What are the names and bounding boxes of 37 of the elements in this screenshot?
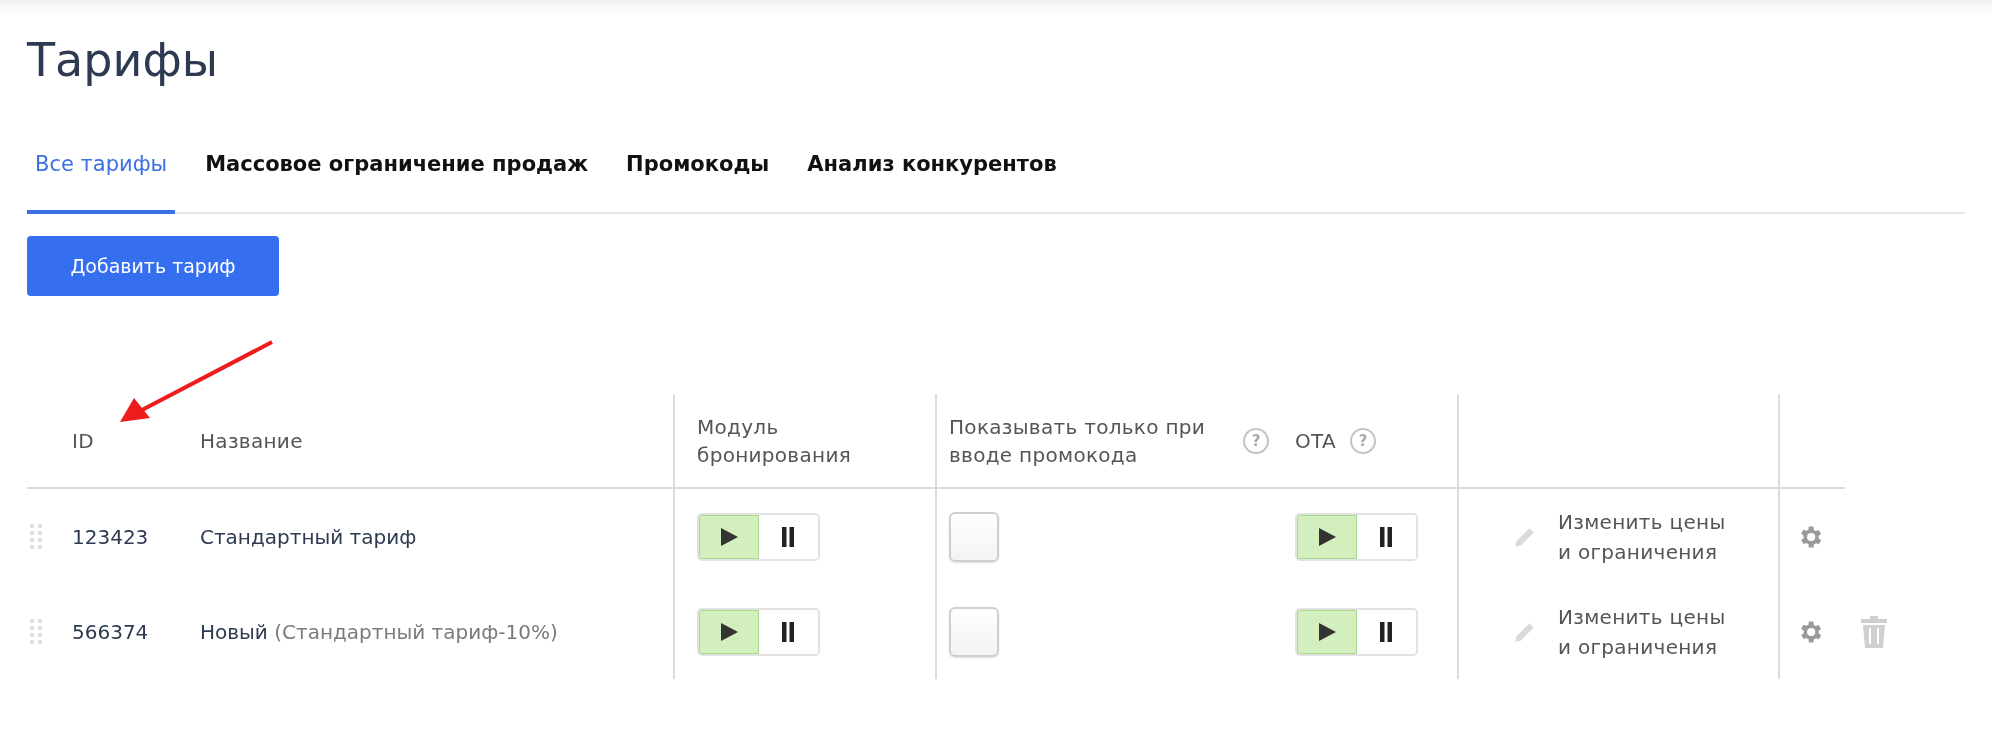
tariff-name: Стандартный тариф: [200, 524, 417, 549]
play-icon: [1316, 526, 1337, 547]
tab[interactable]: Все тарифы: [27, 152, 176, 214]
play-button[interactable]: [1297, 609, 1357, 654]
tariff-id: 566374: [72, 619, 149, 644]
play-button[interactable]: [699, 514, 759, 559]
play-button[interactable]: [699, 609, 759, 654]
promo-checkbox[interactable]: [949, 511, 999, 562]
tariff-name: Новый (Стандартный тариф-10%): [200, 619, 558, 644]
play-icon: [718, 526, 739, 547]
play-button[interactable]: [1297, 514, 1357, 559]
page-title: Тарифы: [27, 32, 219, 89]
drag-handle-icon[interactable]: [30, 523, 42, 550]
column-header: Показывать только при вводе промокода: [949, 413, 1207, 469]
play-pause-toggle[interactable]: [697, 512, 820, 561]
play-pause-toggle[interactable]: [1295, 512, 1418, 561]
column-header: Название: [200, 427, 303, 455]
play-icon: [1316, 621, 1337, 642]
edit-prices-link[interactable]: Изменить цены и ограничения: [1558, 601, 1736, 662]
tab[interactable]: Массовое ограничение продаж: [197, 152, 597, 214]
column-header: Модуль бронирования: [697, 413, 853, 469]
column-header: OTA: [1295, 427, 1336, 455]
edit-prices-link[interactable]: Изменить цены и ограничения: [1558, 506, 1736, 567]
drag-handle-icon[interactable]: [30, 618, 42, 645]
add-tariff-button[interactable]: Добавить тариф: [27, 236, 279, 296]
pause-icon: [1379, 621, 1394, 642]
promo-checkbox[interactable]: [949, 606, 999, 657]
pause-icon: [1379, 526, 1394, 547]
play-pause-toggle[interactable]: [1295, 607, 1418, 656]
play-icon: [718, 621, 739, 642]
pause-icon: [781, 526, 796, 547]
play-pause-toggle[interactable]: [697, 607, 820, 656]
tariff-id: 123423: [72, 524, 149, 549]
column-header: ID: [72, 427, 94, 455]
pause-icon: [781, 621, 796, 642]
tab[interactable]: Промокоды: [618, 152, 778, 214]
tab[interactable]: Анализ конкурентов: [799, 152, 1065, 214]
